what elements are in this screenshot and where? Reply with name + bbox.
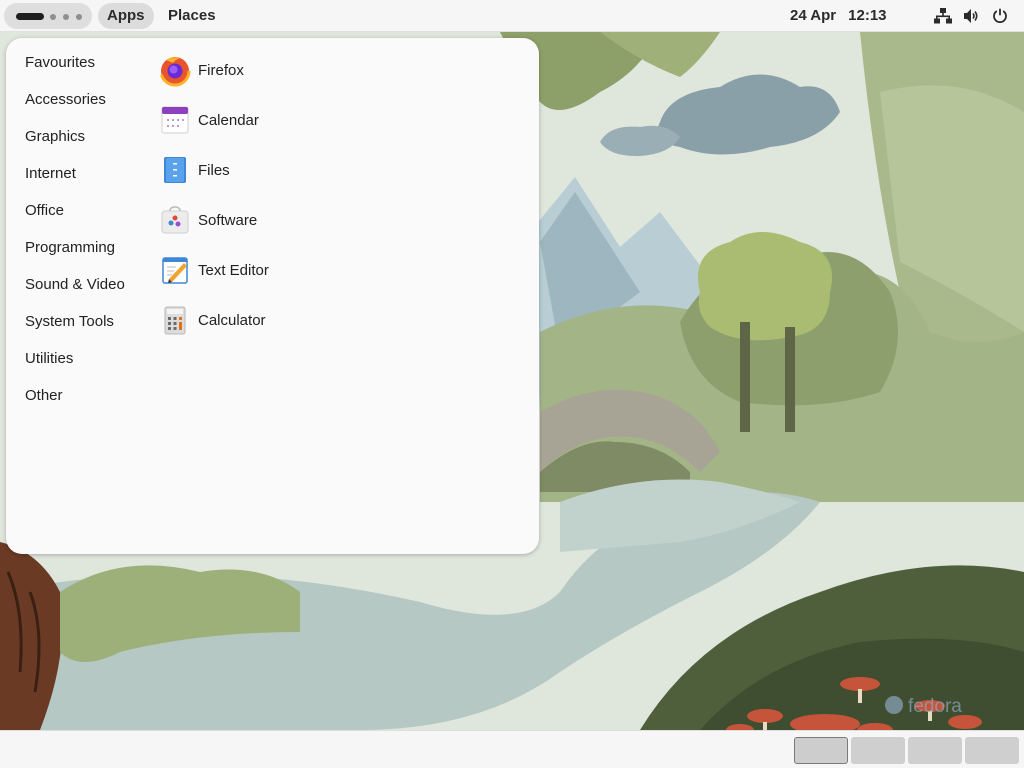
app-label-software: Software [198, 211, 258, 229]
clock-time: 12:13 [848, 7, 887, 24]
app-item-firefox[interactable]: Firefox [158, 50, 244, 90]
workspace-indicator-dot [50, 14, 56, 20]
files-icon [158, 153, 192, 187]
bottom-bar [0, 730, 1024, 768]
workspace-indicator-dot [63, 14, 69, 20]
workspace-indicator-active [16, 13, 44, 20]
app-label-files: Files [198, 161, 230, 179]
power-icon[interactable] [991, 7, 1009, 25]
app-label-calculator: Calculator [198, 311, 266, 329]
clock-date: 24 Apr [790, 7, 837, 24]
workspace-2[interactable] [851, 737, 905, 764]
app-label-calendar: Calendar [198, 111, 259, 129]
category-favourites[interactable]: Favourites [25, 52, 95, 74]
places-menu-button[interactable]: Places [159, 3, 225, 29]
app-item-software[interactable]: Software [158, 200, 257, 240]
category-office[interactable]: Office [25, 200, 64, 222]
category-programming[interactable]: Programming [25, 237, 115, 259]
category-utilities[interactable]: Utilities [25, 348, 73, 370]
category-internet[interactable]: Internet [25, 163, 76, 185]
workspace-3[interactable] [908, 737, 962, 764]
fedora-logo-icon [885, 696, 903, 714]
category-graphics[interactable]: Graphics [25, 126, 85, 148]
workspace-1[interactable] [794, 737, 848, 764]
fedora-watermark: fedora [908, 696, 962, 717]
calculator-icon [158, 303, 192, 337]
software-icon [158, 203, 192, 237]
category-sound-video[interactable]: Sound & Video [25, 274, 125, 296]
app-label-firefox: Firefox [198, 61, 244, 79]
category-other[interactable]: Other [25, 385, 63, 407]
category-accessories[interactable]: Accessories [25, 89, 106, 111]
calendar-icon [158, 103, 192, 137]
app-item-calculator[interactable]: Calculator [158, 300, 266, 340]
activities-button[interactable] [4, 3, 92, 29]
clock[interactable]: 24 Apr 12:13 [790, 0, 899, 32]
network-icon[interactable] [934, 7, 952, 25]
apps-menu-popup: Favourites Accessories Graphics Internet… [6, 38, 539, 554]
apps-menu-button[interactable]: Apps [98, 3, 154, 29]
text-editor-icon [158, 253, 192, 287]
app-item-files[interactable]: Files [158, 150, 230, 190]
workspace-indicator-dot [76, 14, 82, 20]
workspace-4[interactable] [965, 737, 1019, 764]
firefox-icon [158, 53, 192, 87]
category-system-tools[interactable]: System Tools [25, 311, 114, 333]
app-item-text-editor[interactable]: Text Editor [158, 250, 269, 290]
app-label-text-editor: Text Editor [198, 261, 269, 279]
app-item-calendar[interactable]: Calendar [158, 100, 259, 140]
volume-icon[interactable] [962, 7, 980, 25]
top-bar: Apps Places 24 Apr 12:13 [0, 0, 1024, 32]
